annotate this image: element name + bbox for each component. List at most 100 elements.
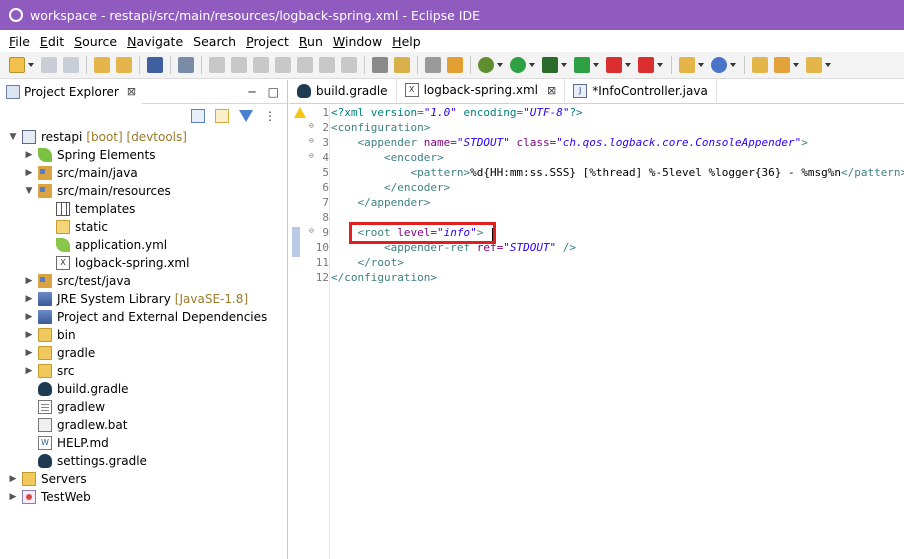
menu-edit[interactable]: Edit bbox=[35, 34, 69, 49]
tree-item-bin[interactable]: ▶ bin bbox=[0, 326, 287, 344]
open-folder-icon[interactable] bbox=[806, 57, 822, 73]
stop-dropdown-icon[interactable] bbox=[625, 63, 631, 67]
expand-arrow-icon[interactable]: ▶ bbox=[24, 312, 34, 322]
warning-icon[interactable] bbox=[294, 107, 306, 118]
build-icon[interactable] bbox=[94, 57, 110, 73]
code-line-2: <configuration> bbox=[331, 121, 431, 134]
tab-info-controller-java[interactable]: J *InfoController.java bbox=[565, 79, 717, 103]
menu-run[interactable]: Run bbox=[294, 34, 328, 49]
tree-item-src-main-resources[interactable]: ▼ src/main/resources bbox=[0, 182, 287, 200]
search-dropdown-icon[interactable] bbox=[793, 63, 799, 67]
open-folder-dropdown-icon[interactable] bbox=[825, 63, 831, 67]
use-step-filters-icon[interactable] bbox=[372, 57, 388, 73]
collapse-arrow-icon[interactable]: ▼ bbox=[8, 132, 18, 142]
tree-item-dependencies[interactable]: ▶ Project and External Dependencies bbox=[0, 308, 287, 326]
expand-arrow-icon[interactable]: ▶ bbox=[24, 366, 34, 376]
coverage-dropdown-icon[interactable] bbox=[561, 63, 567, 67]
link-with-editor-icon[interactable] bbox=[215, 109, 229, 123]
debug-dropdown-icon[interactable] bbox=[497, 63, 503, 67]
resume-icon[interactable] bbox=[209, 57, 225, 73]
menu-window[interactable]: Window bbox=[328, 34, 387, 49]
expand-arrow-icon[interactable]: ▶ bbox=[24, 168, 34, 178]
run-last-tool-dropdown-icon[interactable] bbox=[593, 63, 599, 67]
tree-item-build-gradle[interactable]: build.gradle bbox=[0, 380, 287, 398]
tree-item-spring-elements[interactable]: ▶ Spring Elements bbox=[0, 146, 287, 164]
tree-item-gradle[interactable]: ▶ gradle bbox=[0, 344, 287, 362]
minimize-icon[interactable]: ─ bbox=[248, 85, 255, 99]
stop-icon[interactable] bbox=[606, 57, 622, 73]
expand-arrow-icon[interactable]: ▶ bbox=[24, 294, 34, 304]
run-dropdown-icon[interactable] bbox=[529, 63, 535, 67]
close-icon[interactable]: ⊠ bbox=[547, 84, 556, 97]
maximize-icon[interactable]: □ bbox=[268, 85, 279, 99]
tab-logback-spring-xml[interactable]: X logback-spring.xml ⊠ bbox=[396, 79, 566, 103]
tree-item-src-test-java[interactable]: ▶ src/test/java bbox=[0, 272, 287, 290]
search-icon[interactable] bbox=[774, 57, 790, 73]
tree-item-jre-system-library[interactable]: ▶ JRE System Library [JavaSE-1.8] bbox=[0, 290, 287, 308]
save-icon[interactable] bbox=[41, 57, 57, 73]
tree-item-restapi[interactable]: ▼ restapi [boot] [devtools] bbox=[0, 128, 287, 146]
new-icon[interactable] bbox=[9, 57, 25, 73]
open-type-icon[interactable] bbox=[116, 57, 132, 73]
menu-file[interactable]: File bbox=[4, 34, 35, 49]
step-into-icon[interactable] bbox=[297, 57, 313, 73]
tab-project-explorer[interactable]: Project Explorer ⊠ bbox=[0, 79, 143, 104]
tree-item-application-yml[interactable]: application.yml bbox=[0, 236, 287, 254]
save-all-icon[interactable] bbox=[63, 57, 79, 73]
generate-icon[interactable] bbox=[447, 57, 463, 73]
expand-arrow-icon[interactable]: ▶ bbox=[24, 276, 34, 286]
skip-breakpoints-icon[interactable] bbox=[178, 57, 194, 73]
toggle-breakpoint-icon[interactable] bbox=[425, 57, 441, 73]
tree-item-help-md[interactable]: W HELP.md bbox=[0, 434, 287, 452]
tree-item-testweb[interactable]: ▶ TestWeb bbox=[0, 488, 287, 506]
tree-item-logback-spring-xml[interactable]: X logback-spring.xml bbox=[0, 254, 287, 272]
relaunch-dropdown-icon[interactable] bbox=[657, 63, 663, 67]
step-return-icon[interactable] bbox=[341, 57, 357, 73]
run-icon[interactable] bbox=[510, 57, 526, 73]
tree-item-gradlew-bat[interactable]: gradlew.bat bbox=[0, 416, 287, 434]
new-server-icon[interactable] bbox=[679, 57, 695, 73]
relaunch-icon[interactable] bbox=[638, 57, 654, 73]
menu-help[interactable]: Help bbox=[387, 34, 426, 49]
debug-icon[interactable] bbox=[478, 57, 494, 73]
coverage-icon[interactable] bbox=[542, 57, 558, 73]
new-server-dropdown-icon[interactable] bbox=[698, 63, 704, 67]
expand-arrow-icon[interactable]: ▶ bbox=[24, 330, 34, 340]
menu-navigate[interactable]: Navigate bbox=[122, 34, 188, 49]
new-class-dropdown-icon[interactable] bbox=[730, 63, 736, 67]
menu-project[interactable]: Project bbox=[241, 34, 294, 49]
package-grid-icon bbox=[56, 202, 70, 216]
menu-search[interactable]: Search bbox=[188, 34, 241, 49]
disconnect-icon[interactable] bbox=[275, 57, 291, 73]
tree-item-static[interactable]: static bbox=[0, 218, 287, 236]
view-menu-icon[interactable]: ⋮ bbox=[263, 109, 277, 123]
tab-build-gradle[interactable]: build.gradle bbox=[289, 79, 397, 103]
xml-file-icon: X bbox=[404, 83, 419, 97]
drop-to-frame-icon[interactable] bbox=[394, 57, 410, 73]
tree-item-gradlew[interactable]: gradlew bbox=[0, 398, 287, 416]
filter-icon[interactable] bbox=[239, 110, 253, 122]
step-over-icon[interactable] bbox=[319, 57, 335, 73]
close-icon[interactable]: ⊠ bbox=[127, 85, 136, 98]
tree-item-src-main-java[interactable]: ▶ src/main/java bbox=[0, 164, 287, 182]
suspend-icon[interactable] bbox=[231, 57, 247, 73]
tree-item-settings-gradle[interactable]: settings.gradle bbox=[0, 452, 287, 470]
tree-item-src[interactable]: ▶ src bbox=[0, 362, 287, 380]
new-class-icon[interactable] bbox=[711, 57, 727, 73]
project-tree: ▼ restapi [boot] [devtools] ▶ Spring Ele… bbox=[0, 128, 287, 506]
expand-arrow-icon[interactable]: ▶ bbox=[24, 150, 34, 160]
tree-item-templates[interactable]: templates bbox=[0, 200, 287, 218]
terminate-icon[interactable] bbox=[253, 57, 269, 73]
code-editor[interactable]: ⊖ ⊖ ⊖ ⊖ 1 2 3 4 5 6 7 8 9 10 11 12 <?xml… bbox=[289, 105, 904, 559]
collapse-all-icon[interactable] bbox=[191, 109, 205, 123]
expand-arrow-icon[interactable]: ▶ bbox=[8, 492, 18, 502]
terminal-icon[interactable] bbox=[147, 57, 163, 73]
collapse-arrow-icon[interactable]: ▼ bbox=[24, 186, 34, 196]
run-last-tool-icon[interactable] bbox=[574, 57, 590, 73]
menu-source[interactable]: Source bbox=[69, 34, 122, 49]
tree-item-servers[interactable]: ▶ Servers bbox=[0, 470, 287, 488]
new-dropdown-icon[interactable] bbox=[28, 63, 34, 67]
expand-arrow-icon[interactable]: ▶ bbox=[24, 348, 34, 358]
open-project-icon[interactable] bbox=[752, 57, 768, 73]
expand-arrow-icon[interactable]: ▶ bbox=[8, 474, 18, 484]
